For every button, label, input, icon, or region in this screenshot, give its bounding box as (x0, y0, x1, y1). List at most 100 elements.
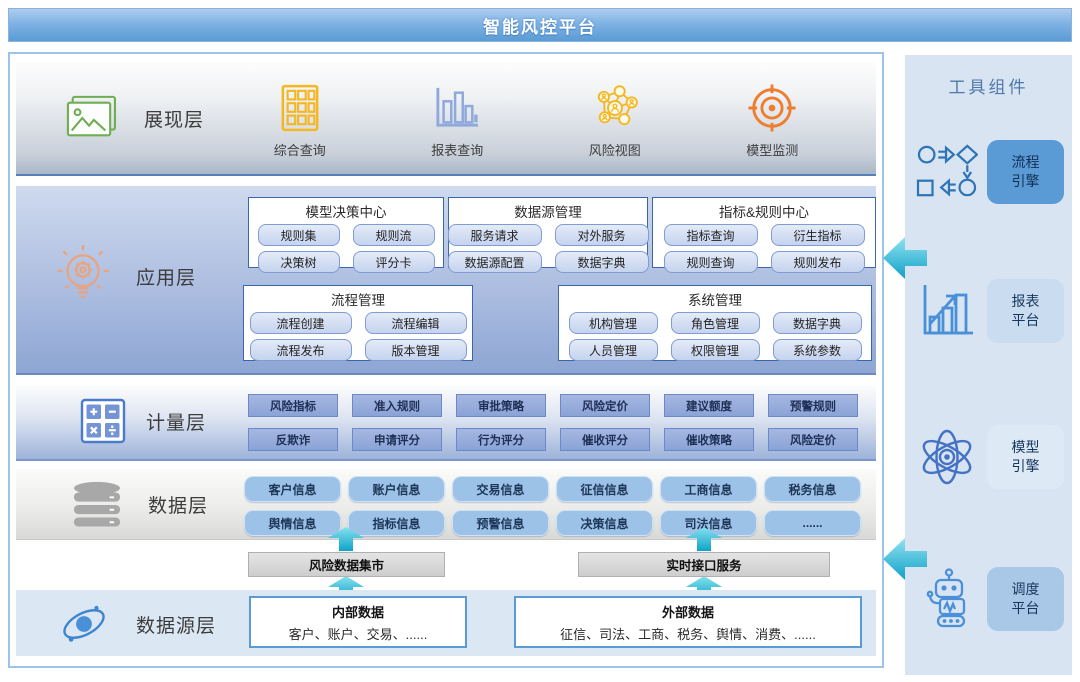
toolbox-card-model-engine: 模型引擎 (987, 425, 1064, 489)
left-arrow-icon (883, 229, 927, 287)
toolbox-card-scheduling-platform: 调度平台 (987, 567, 1064, 631)
measure-chip: 准入规则 (352, 394, 442, 417)
app-button: 系统参数 (773, 339, 862, 361)
app-button: 流程编辑 (365, 312, 467, 334)
toolbox-title: 工具组件 (905, 73, 1072, 98)
grid-query-icon (280, 82, 320, 134)
measurement-layer-band: 计量层 风险指标 准入规则 审批策略 风险定价 建议额度 预警规则 反欺诈 申请… (16, 385, 876, 461)
platform-title: 智能风控平台 (483, 13, 597, 38)
data-chip: 工商信息 (660, 476, 757, 502)
flowchart-icon (915, 140, 979, 204)
internal-data-title: 内部数据 (332, 602, 384, 621)
target-monitor-icon (747, 82, 797, 134)
measurement-layer-label: 计量层 (146, 408, 206, 435)
app-button: 数据源配置 (448, 251, 542, 273)
app-button: 评分卡 (353, 251, 435, 273)
application-layer-head: 应用层 (54, 242, 196, 310)
risk-network-icon (589, 82, 641, 134)
presentation-layer-label: 展现层 (144, 105, 204, 132)
toolbox-card-process-engine: 流程引擎 (987, 140, 1064, 204)
presentation-item-label: 综合查询 (274, 140, 326, 159)
data-chip: 舆情信息 (244, 510, 341, 536)
measure-chip: 反欺诈 (248, 428, 338, 451)
app-button: 数据字典 (555, 251, 649, 273)
toolbox-card-label: 模型引擎 (1010, 438, 1041, 476)
data-chip: ...... (764, 510, 861, 536)
data-chip: 决策信息 (556, 510, 653, 536)
atom-icon (915, 425, 979, 489)
app-button: 对外服务 (555, 224, 649, 246)
app-button: 流程创建 (250, 312, 352, 334)
toolbox-card-label: 报表平台 (1010, 292, 1041, 330)
data-chip: 账户信息 (348, 476, 445, 502)
toolbox-sidebar: 工具组件 流程引擎 报表平台 (905, 55, 1072, 675)
realtime-interface-bar: 实时接口服务 (578, 552, 830, 577)
app-button: 权限管理 (671, 339, 760, 361)
data-layer-head: 数据层 (70, 480, 208, 528)
presentation-items: 综合查询 报表查询 (221, 82, 851, 159)
app-button: 角色管理 (671, 312, 760, 334)
toolbox-card-report-platform: 报表平台 (987, 279, 1064, 343)
report-chart-icon (915, 279, 979, 343)
internal-data-desc: 客户、账户、交易、...... (289, 624, 428, 643)
app-button: 人员管理 (569, 339, 658, 361)
app-group-datasource-mgmt: 数据源管理 服务请求 对外服务 数据源配置 数据字典 (448, 197, 648, 268)
measure-chip: 风险定价 (560, 394, 650, 417)
left-arrow-icon (883, 530, 927, 588)
data-chip: 交易信息 (452, 476, 549, 502)
app-button: 规则发布 (771, 251, 865, 273)
group-title: 指标&规则中心 (653, 201, 875, 221)
internal-data-box: 内部数据 客户、账户、交易、...... (249, 596, 467, 648)
presentation-layer-head: 展现层 (62, 94, 204, 142)
measure-chip: 催收评分 (560, 428, 650, 451)
presentation-item-label: 模型监测 (746, 140, 798, 159)
data-chip: 客户信息 (244, 476, 341, 502)
presentation-item: 综合查询 (274, 82, 326, 159)
database-icon (70, 480, 124, 528)
group-title: 流程管理 (244, 289, 472, 309)
measure-chip: 建议额度 (664, 394, 754, 417)
app-group-indicator-rule-center: 指标&规则中心 指标查询 衍生指标 规则查询 规则发布 (652, 197, 876, 268)
measure-chip: 审批策略 (456, 394, 546, 417)
external-data-title: 外部数据 (662, 602, 714, 621)
app-button: 流程发布 (250, 339, 352, 361)
photo-stack-icon (62, 94, 118, 142)
risk-data-mart-bar: 风险数据集市 (248, 552, 445, 577)
up-arrow-icon (686, 527, 722, 551)
toolbox-card-label: 流程引擎 (1010, 153, 1041, 191)
app-group-model-decision: 模型决策中心 规则集 规则流 决策树 评分卡 (248, 197, 444, 268)
app-button: 机构管理 (569, 312, 658, 334)
application-layer-band: 应用层 模型决策中心 规则集 规则流 决策树 评分卡 数据源管理 服务请求 对外… (16, 186, 876, 375)
group-title: 模型决策中心 (249, 201, 443, 221)
measure-chip: 行为评分 (456, 428, 546, 451)
measure-chip: 风险定价 (768, 428, 858, 451)
calculator-icon (80, 398, 126, 444)
bar-report-icon (433, 82, 481, 134)
measure-chip: 风险指标 (248, 394, 338, 417)
app-button: 规则集 (258, 224, 340, 246)
presentation-item: 报表查询 (431, 82, 483, 159)
up-arrow-icon (328, 527, 364, 551)
app-button: 规则流 (353, 224, 435, 246)
group-title: 系统管理 (559, 289, 871, 309)
app-button: 版本管理 (365, 339, 467, 361)
app-group-system-mgmt: 系统管理 机构管理 角色管理 数据字典 人员管理 权限管理 系统参数 (558, 285, 872, 361)
presentation-item: 模型监测 (746, 82, 798, 159)
external-data-box: 外部数据 征信、司法、工商、税务、舆情、消费、...... (514, 596, 862, 648)
measurement-layer-head: 计量层 (80, 398, 206, 444)
application-layer-label: 应用层 (136, 263, 196, 290)
external-data-desc: 征信、司法、工商、税务、舆情、消费、...... (560, 624, 816, 643)
app-button: 指标查询 (664, 224, 758, 246)
presentation-item-label: 风险视图 (589, 140, 641, 159)
presentation-item: 风险视图 (589, 82, 641, 159)
app-button: 衍生指标 (771, 224, 865, 246)
datasource-layer-band: 数据源层 内部数据 客户、账户、交易、...... 外部数据 征信、司法、工商、… (16, 590, 876, 656)
app-button: 规则查询 (664, 251, 758, 273)
presentation-layer-band: 展现层 综合查询 (16, 62, 876, 176)
bulb-gear-icon (54, 242, 112, 310)
measurement-chips: 风险指标 准入规则 审批策略 风险定价 建议额度 预警规则 反欺诈 申请评分 行… (248, 394, 858, 451)
app-group-process-mgmt: 流程管理 流程创建 流程编辑 流程发布 版本管理 (243, 285, 473, 361)
group-title: 数据源管理 (449, 201, 647, 221)
platform-title-banner: 智能风控平台 (8, 8, 1072, 42)
data-layer-label: 数据层 (148, 491, 208, 518)
